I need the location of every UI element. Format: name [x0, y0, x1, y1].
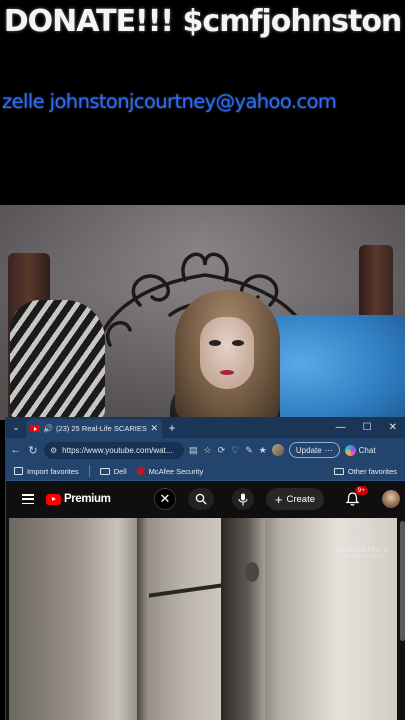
mic-button[interactable] [231, 488, 254, 510]
close-icon[interactable]: ✕ [153, 488, 176, 510]
notifications-button[interactable]: 9+ [344, 486, 368, 507]
update-label: Update [295, 445, 322, 455]
url-text: https://www.youtube.com/wat... [62, 445, 173, 455]
tab-close-icon[interactable]: ✕ [150, 423, 158, 434]
zebra-pillow [10, 300, 105, 420]
chat-label: Chat [358, 445, 376, 455]
minimize-button[interactable]: — [336, 422, 346, 433]
person-lips [220, 370, 234, 375]
search-button[interactable] [187, 488, 214, 510]
account-avatar[interactable] [382, 490, 400, 508]
youtube-header: Premium ✕ + Create 9+ [6, 481, 405, 517]
copilot-chat-button[interactable]: Chat [344, 444, 376, 456]
more-icon: ⋯ [324, 445, 333, 455]
bookmark-label: Other favorites [347, 466, 397, 476]
tab-youtube[interactable]: 🔊 (23) 25 Real-Life SCARIEST Gh ✕ [26, 419, 162, 438]
menu-icon[interactable] [22, 494, 34, 504]
reader-view-icon[interactable]: ▤ [189, 445, 198, 456]
bookmark-dell[interactable]: Dell [99, 466, 127, 476]
bookmark-import-favorites[interactable]: Import favorites [14, 467, 79, 476]
person-eye-left [209, 340, 221, 346]
mic-icon [238, 493, 248, 505]
maximize-button[interactable]: ☐ [363, 422, 372, 433]
video-player[interactable]: GRANDMA'S NIGHTMARES [9, 518, 397, 720]
youtube-favicon-icon [30, 425, 40, 432]
stream-overlay: DONATE!!! $cmfjohnston zelle johnstonjco… [0, 0, 405, 205]
site-info-icon[interactable]: ⚙ [50, 446, 57, 455]
bookmarks-bar: Import favorites Dell McAfee Security Ot… [6, 462, 405, 481]
sync-icon[interactable]: ⟳ [218, 445, 226, 456]
channel-watermark: GRANDMA'S NIGHTMARES [333, 522, 391, 560]
door-knob [245, 562, 259, 582]
favorites-icon[interactable]: ★ [259, 445, 267, 456]
speaker-icon[interactable]: 🔊 [43, 424, 53, 433]
window-controls: — ☐ ✕ [336, 422, 405, 433]
plus-icon: + [274, 491, 283, 507]
skull-icon [351, 522, 373, 544]
url-field[interactable]: ⚙ https://www.youtube.com/wat... [44, 441, 184, 459]
watermark-line2: NIGHTMARES [339, 553, 385, 560]
window-close-button[interactable]: ✕ [389, 422, 397, 433]
zelle-banner-text: zelle johnstonjcourtney@yahoo.com [2, 90, 337, 113]
doorway-edge [137, 518, 147, 720]
bookmark-mcafee[interactable]: McAfee Security [136, 466, 204, 476]
bookmark-other-favorites[interactable]: Other favorites [333, 466, 397, 476]
create-button[interactable]: + Create [265, 488, 324, 510]
notification-badge: 9+ [354, 486, 368, 495]
bookmark-divider [88, 465, 90, 477]
search-icon [195, 493, 207, 505]
mcafee-icon [136, 466, 145, 476]
import-icon [14, 467, 23, 475]
youtube-logo[interactable]: Premium [46, 493, 111, 505]
youtube-page: Premium ✕ + Create 9+ GRANDMA'S NIGHTMAR… [6, 481, 405, 720]
back-icon[interactable]: ← [10, 444, 22, 456]
shelf-shadow [149, 582, 229, 598]
youtube-logo-label: Premium [64, 493, 111, 505]
tab-title: (23) 25 Real-Life SCARIEST Gh [55, 424, 147, 433]
refresh-icon[interactable]: ↻ [27, 444, 39, 457]
address-bar-row: ← ↻ ⚙ https://www.youtube.com/wat... ▤ ☆… [6, 438, 405, 462]
tab-bar: ⌄ 🔊 (23) 25 Real-Life SCARIEST Gh ✕ + — … [6, 417, 405, 438]
copilot-icon [344, 444, 356, 456]
browser-window: ⌄ 🔊 (23) 25 Real-Life SCARIEST Gh ✕ + — … [5, 417, 405, 720]
youtube-logo-icon [46, 493, 61, 505]
donate-banner-text: DONATE!!! $cmfjohnston [3, 4, 403, 39]
folder-icon [99, 467, 110, 475]
bookmark-label: McAfee Security [148, 466, 204, 476]
update-button[interactable]: Update ⋯ [288, 442, 340, 458]
performance-icon[interactable]: ♡ [231, 445, 239, 456]
star-icon[interactable]: ☆ [204, 445, 212, 456]
bookmark-label: Import favorites [27, 466, 79, 476]
watermark-line1: GRANDMA'S [335, 545, 389, 554]
webcam-feed [0, 205, 405, 420]
create-label: Create [286, 493, 315, 505]
page-scrollbar[interactable] [400, 521, 405, 641]
bookmark-label: Dell [113, 466, 127, 476]
person-eye-right [232, 340, 244, 346]
extensions-icon[interactable]: ✎ [245, 445, 253, 456]
new-tab-button[interactable]: + [162, 421, 182, 435]
profile-avatar[interactable] [271, 444, 284, 456]
address-icons: ▤ ☆ ⟳ ♡ ✎ ★ [189, 445, 267, 456]
dark-doorway [221, 518, 265, 720]
person-face [200, 317, 254, 389]
chevron-down-icon[interactable]: ⌄ [6, 422, 26, 433]
folder-icon [333, 467, 344, 475]
